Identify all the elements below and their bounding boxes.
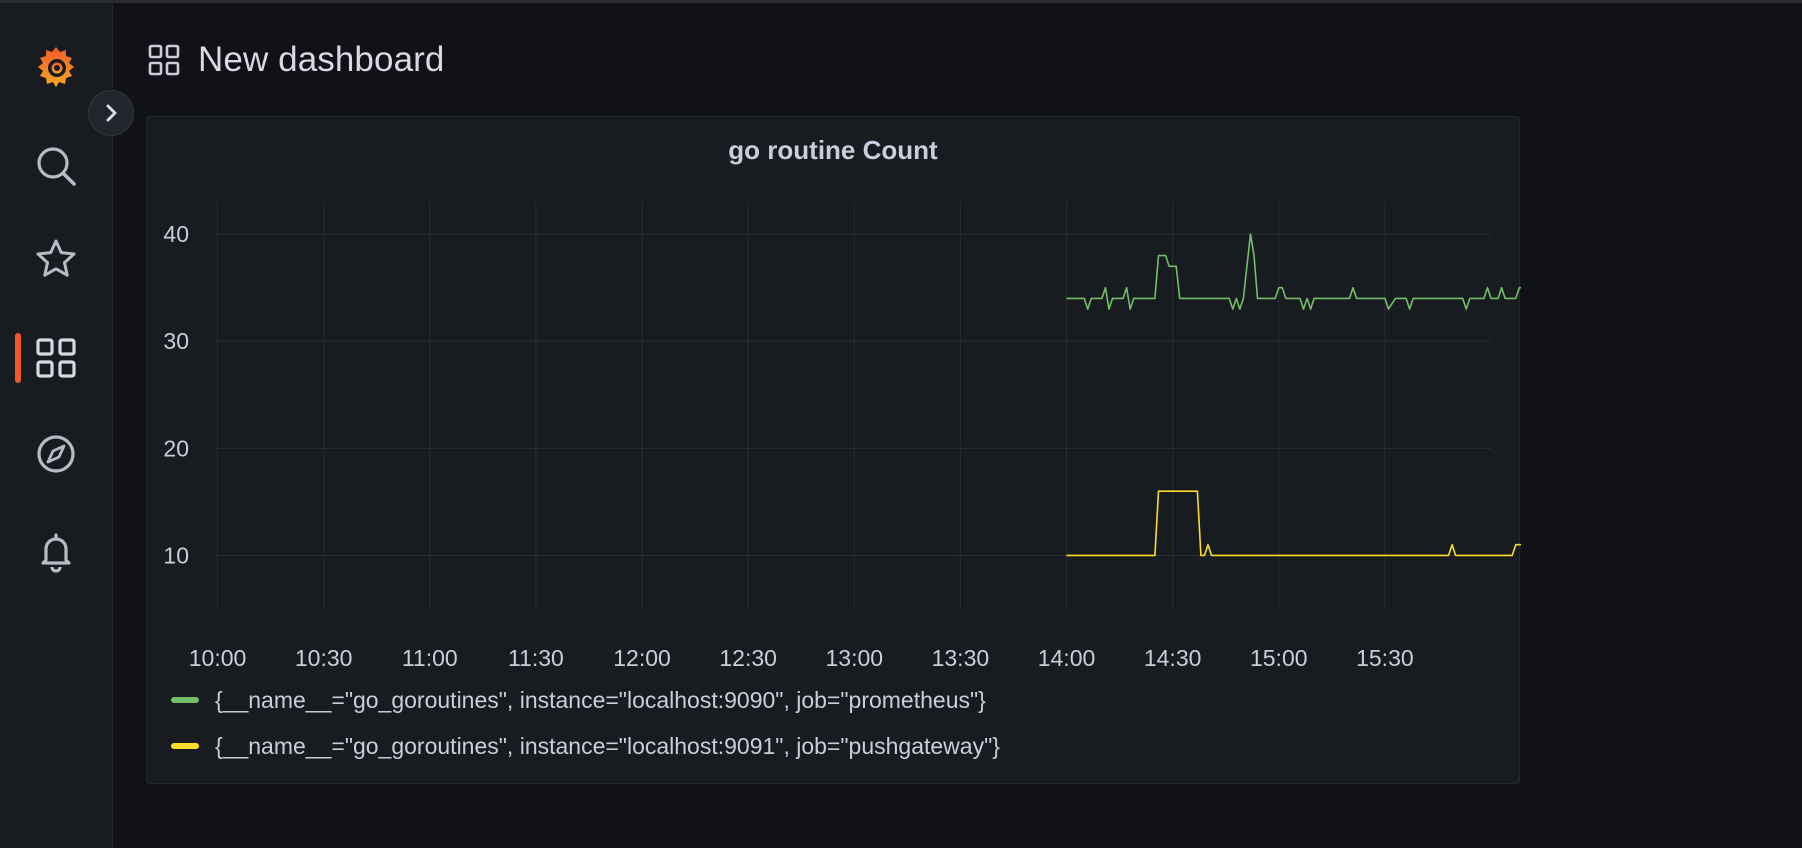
y-tick-label: 40 (163, 221, 189, 247)
chart-legend: {__name__="go_goroutines", instance="loc… (171, 677, 1000, 769)
x-tick-label: 11:00 (402, 645, 458, 671)
dashboards-icon[interactable] (30, 332, 82, 384)
timeseries-panel[interactable]: go routine Count 10:00 10:30 11:00 11:30 12:… (146, 116, 1521, 784)
x-tick-label: 12:00 (613, 645, 671, 671)
window-top-border (0, 0, 1802, 3)
dashboard-grid-icon (148, 44, 180, 76)
star-icon[interactable] (30, 233, 82, 285)
legend-swatch (171, 743, 199, 749)
x-tick-label: 10:30 (295, 645, 353, 671)
alerting-bell-icon[interactable] (30, 525, 82, 577)
legend-item[interactable]: {__name__="go_goroutines", instance="loc… (171, 677, 1000, 723)
y-tick-label: 20 (163, 435, 189, 461)
search-icon[interactable] (30, 140, 82, 192)
chevron-right-icon (106, 104, 117, 122)
series-line-0[interactable] (1066, 233, 1522, 310)
series-line-1[interactable] (1066, 490, 1522, 557)
x-tick-label: 13:30 (932, 645, 990, 671)
legend-swatch (171, 697, 199, 703)
x-tick-label: 11:30 (508, 645, 564, 671)
x-tick-label: 13:00 (825, 645, 883, 671)
page-header: New dashboard (148, 40, 444, 80)
legend-label: {__name__="go_goroutines", instance="loc… (215, 732, 1000, 759)
legend-item[interactable]: {__name__="go_goroutines", instance="loc… (171, 723, 1000, 769)
explore-compass-icon[interactable] (30, 428, 82, 480)
x-tick-label: 15:30 (1356, 645, 1414, 671)
x-tick-label: 14:00 (1038, 645, 1096, 671)
x-tick-label: 14:30 (1144, 645, 1202, 671)
y-tick-label: 10 (163, 542, 189, 568)
expand-sidebar-button[interactable] (88, 90, 134, 136)
x-tick-label: 10:00 (189, 645, 247, 671)
x-tick-label: 15:00 (1250, 645, 1308, 671)
x-tick-label: 12:30 (719, 645, 777, 671)
line-chart[interactable]: 10:00 10:30 11:00 11:30 12:00 12:30 13:00 13:30… (147, 117, 1521, 677)
page-title[interactable]: New dashboard (198, 40, 444, 80)
y-tick-label: 30 (163, 328, 189, 354)
active-indicator (15, 333, 21, 383)
legend-label: {__name__="go_goroutines", instance="loc… (215, 686, 986, 713)
grafana-logo-icon[interactable] (30, 41, 82, 93)
